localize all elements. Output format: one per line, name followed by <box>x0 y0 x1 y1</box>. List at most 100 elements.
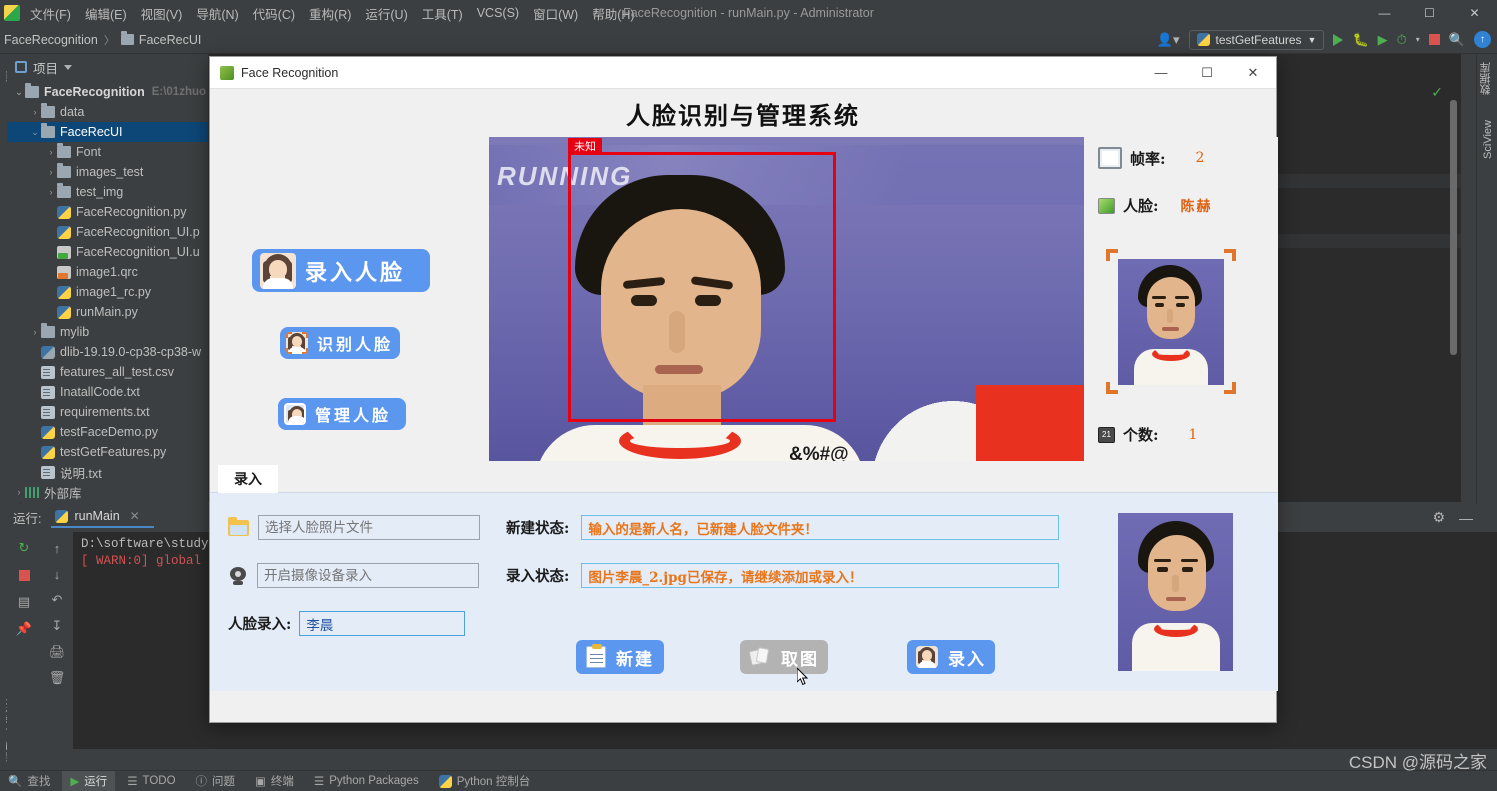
tree-item[interactable]: FaceRecognition_UI.p <box>7 222 208 242</box>
chevron-icon[interactable]: › <box>45 187 57 197</box>
identify-face-button[interactable]: 识别人脸 <box>280 327 400 359</box>
rerun-icon[interactable]: ↻ <box>16 540 32 556</box>
debug-icon[interactable]: 🐛 <box>1352 32 1368 48</box>
tree-item[interactable]: › test_img <box>7 182 208 202</box>
breadcrumb-current[interactable]: FaceRecUI <box>139 33 202 47</box>
tree-item[interactable]: InatallCode.txt <box>7 382 208 402</box>
right-tab-sciview[interactable]: SciView <box>1482 120 1494 159</box>
tree-item[interactable]: requirements.txt <box>7 402 208 422</box>
chevron-icon[interactable]: › <box>45 147 57 157</box>
print-icon[interactable]: 🖨 <box>49 644 66 660</box>
profile-icon[interactable]: ⏱ <box>1397 32 1407 48</box>
right-tab-database[interactable]: 数据库 <box>1478 62 1494 95</box>
close-icon[interactable]: ✕ <box>130 509 140 523</box>
folder-open-icon[interactable] <box>228 516 249 536</box>
tree-item[interactable]: › mylib <box>7 322 208 342</box>
tree-item[interactable]: testGetFeatures.py <box>7 442 208 462</box>
tree-item[interactable]: testFaceDemo.py <box>7 422 208 442</box>
record-face-button[interactable]: 录入人脸 <box>252 249 430 292</box>
menu-item-tools[interactable]: 工具(T) <box>422 4 463 23</box>
pin-icon[interactable]: 📌 <box>16 621 32 637</box>
dialog-maximize-button[interactable]: ☐ <box>1184 57 1230 89</box>
tree-item-label: images_test <box>76 165 144 179</box>
status-new-input[interactable] <box>581 515 1060 540</box>
menu-item-view[interactable]: 视图(V) <box>141 4 183 23</box>
minimize-icon[interactable]: — <box>1459 510 1473 526</box>
menu-item-refactor[interactable]: 重构(R) <box>309 4 351 23</box>
menu-item-file[interactable]: 文件(F) <box>30 4 71 23</box>
coverage-icon[interactable]: ▶ <box>1378 32 1388 48</box>
tree-item[interactable]: runMain.py <box>7 302 208 322</box>
chevron-icon[interactable]: › <box>29 107 41 117</box>
chevron-icon[interactable]: ⌄ <box>13 87 25 98</box>
tree-item[interactable]: › 外部库 <box>7 482 208 502</box>
menu-item-edit[interactable]: 编辑(E) <box>85 4 127 23</box>
editor-scrollbar[interactable] <box>1450 100 1457 355</box>
tree-item[interactable]: ⌄ FaceRecUI <box>7 122 208 142</box>
run-tab-runmain[interactable]: runMain ✕ <box>51 506 154 528</box>
menu-item-vcs[interactable]: VCS(S) <box>477 6 519 20</box>
status-item-terminal[interactable]: ▣ 终端 <box>247 771 302 791</box>
tree-item[interactable]: › images_test <box>7 162 208 182</box>
tree-item[interactable]: FaceRecognition.py <box>7 202 208 222</box>
manage-face-button[interactable]: 管理人脸 <box>278 398 406 430</box>
status-item-problems[interactable]: ⓘ 问题 <box>188 771 244 791</box>
menu-item-navigate[interactable]: 导航(N) <box>196 4 238 23</box>
ide-close-button[interactable]: ✕ <box>1452 0 1497 26</box>
pick-file-input[interactable] <box>258 515 480 540</box>
soft-wrap-icon[interactable]: ↶ <box>49 592 65 608</box>
arrow-down-icon[interactable]: ↓ <box>49 566 65 582</box>
status-item-find[interactable]: 🔍 查找 <box>0 771 58 791</box>
dialog-close-button[interactable]: ✕ <box>1230 57 1276 89</box>
run-configuration-selector[interactable]: testGetFeatures ▼ <box>1188 29 1325 50</box>
search-icon[interactable]: 🔍 <box>1449 32 1465 48</box>
chevron-down-icon-2[interactable]: ▾ <box>1416 35 1420 44</box>
chevron-icon[interactable]: › <box>29 327 41 337</box>
new-button[interactable]: 新建 <box>576 640 664 674</box>
user-icon[interactable]: 👤▾ <box>1157 32 1180 48</box>
menu-item-window[interactable]: 窗口(W) <box>533 4 578 23</box>
stop-icon[interactable] <box>16 567 32 583</box>
status-item-python-console[interactable]: Python 控制台 <box>431 771 539 791</box>
status-item-python-packages[interactable]: ☰ Python Packages <box>306 771 427 791</box>
tree-item[interactable]: › Font <box>7 142 208 162</box>
webcam-icon[interactable] <box>228 566 248 585</box>
gear-icon[interactable]: ⚙ <box>1432 509 1445 526</box>
name-input[interactable] <box>299 611 466 636</box>
tree-item[interactable]: features_all_test.csv <box>7 362 208 382</box>
ide-minimize-button[interactable]: — <box>1362 0 1407 26</box>
status-item-todo[interactable]: ☰ TODO <box>119 771 183 791</box>
menu-item-run[interactable]: 运行(U) <box>365 4 407 23</box>
chevron-icon[interactable]: › <box>13 487 25 497</box>
tree-item[interactable]: image1.qrc <box>7 262 208 282</box>
project-file-tree[interactable]: ⌄ FaceRecognition E:\01zhuo › data ⌄ FaceRecUI… <box>7 80 208 502</box>
tree-item[interactable]: image1_rc.py <box>7 282 208 302</box>
tree-item[interactable]: › data <box>7 102 208 122</box>
ide-maximize-button[interactable]: ☐ <box>1407 0 1452 26</box>
layout-icon[interactable]: ▤ <box>16 594 32 610</box>
arrow-up-icon[interactable]: ↑ <box>49 540 65 556</box>
chevron-icon[interactable]: › <box>45 167 57 177</box>
camera-input[interactable] <box>257 563 479 588</box>
tree-item[interactable]: 说明.txt <box>7 462 208 482</box>
status-record-input[interactable] <box>581 563 1060 588</box>
py-icon <box>57 205 71 219</box>
run-icon[interactable] <box>1333 33 1344 46</box>
menu-item-code[interactable]: 代码(C) <box>253 4 295 23</box>
tree-item[interactable]: ⌄ FaceRecognition E:\01zhuo <box>7 82 208 102</box>
status-item-run[interactable]: ▶ 运行 <box>62 770 116 791</box>
dialog-minimize-button[interactable]: — <box>1138 57 1184 89</box>
tree-item[interactable]: FaceRecognition_UI.u <box>7 242 208 262</box>
update-icon[interactable]: ↑ <box>1474 31 1491 48</box>
tab-record[interactable]: 录入 <box>218 465 278 493</box>
chevron-down-icon[interactable] <box>64 64 73 70</box>
scroll-end-icon[interactable]: ↧ <box>49 618 65 634</box>
enter-button[interactable]: 录入 <box>907 640 995 674</box>
tree-item[interactable]: dlib-19.19.0-cp38-cp38-w <box>7 342 208 362</box>
chevron-icon[interactable]: ⌄ <box>29 127 41 138</box>
breadcrumb-project[interactable]: FaceRecognition <box>4 33 98 47</box>
grab-image-button[interactable]: 取图 <box>740 640 828 674</box>
stop-icon[interactable] <box>1428 34 1440 45</box>
menu-item-help[interactable]: 帮助(H) <box>592 4 634 23</box>
trash-icon[interactable]: 🗑 <box>49 670 66 686</box>
